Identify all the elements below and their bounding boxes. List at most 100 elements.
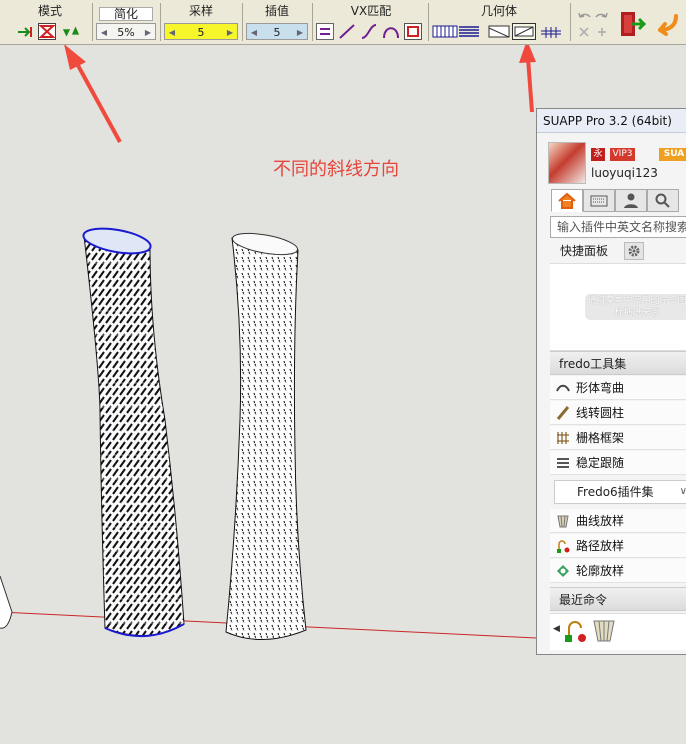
increment-icon[interactable]: ▶: [142, 24, 154, 41]
home-icon: [558, 192, 576, 209]
suapp-panel: SUAPP Pro 3.2 (64bit) 永 VIP3 SUA luoyuqi…: [536, 108, 686, 655]
separator: [92, 3, 93, 41]
shape-bend-icon: [556, 384, 570, 392]
align-arrow-icon[interactable]: [16, 23, 34, 40]
line-to-cylinder-icon: [556, 406, 570, 420]
interp-spinner[interactable]: ◀ 5 ▶: [246, 23, 308, 40]
panel-title: SUAPP Pro 3.2 (64bit): [537, 109, 686, 133]
mode-triangles-icon[interactable]: [62, 23, 80, 40]
vx-group: VX匹配: [316, 0, 426, 44]
sample-group: 采样 ◀ 5 ▶: [164, 0, 238, 44]
tab-keyboard[interactable]: [583, 189, 615, 212]
path-loft-recent-icon[interactable]: [564, 619, 588, 643]
decrement-icon[interactable]: ◀: [166, 24, 178, 41]
profile-loft-icon: [557, 565, 569, 577]
simplify-group-title: 简化: [99, 7, 153, 21]
equal-icon[interactable]: [316, 23, 334, 40]
recent-commands-header[interactable]: 最近命令: [550, 587, 686, 611]
tool-item-label: 稳定跟随: [576, 456, 625, 470]
tool-item-label: 曲线放样: [576, 514, 625, 528]
tab-home[interactable]: [551, 189, 583, 212]
grid-lines-icon[interactable]: [540, 23, 562, 40]
geometry-group-title: 几何体: [480, 4, 517, 18]
interp-group-title: 插值: [264, 4, 289, 18]
separator: [570, 3, 571, 41]
tool-item-label: 路径放样: [576, 539, 625, 553]
exit-door-icon[interactable]: [618, 10, 646, 38]
path-loft-icon: [557, 540, 570, 553]
simplify-value: 5%: [117, 26, 135, 39]
quick-panel-header: 快捷面板: [550, 240, 686, 262]
decrement-icon[interactable]: ◀: [98, 24, 110, 41]
tab-search[interactable]: [647, 189, 679, 212]
dropdown-label: Fredo6插件集: [577, 485, 654, 499]
tool-item-label: 栅格框架: [576, 431, 625, 445]
recent-commands-list: ◀: [550, 613, 686, 650]
keyboard-icon: [590, 195, 608, 207]
back-arrow-icon[interactable]: [652, 12, 678, 36]
tool-item-shape-bend[interactable]: 形体弯曲: [550, 376, 686, 400]
search-icon: [655, 193, 670, 208]
separator: [242, 3, 243, 41]
arc-icon[interactable]: [382, 23, 400, 40]
tool-item-path-loft[interactable]: 路径放样: [550, 534, 686, 558]
gear-icon[interactable]: [624, 242, 644, 260]
geometry-group: 几何体: [432, 0, 566, 44]
separator: [428, 3, 429, 41]
vertical-stripes-icon[interactable]: [432, 23, 458, 40]
tool-item-line-to-cylinder[interactable]: 线转圆柱: [550, 401, 686, 425]
chevron-down-icon: ∨: [680, 481, 686, 503]
tool-item-stable-follow[interactable]: 稳定跟随: [550, 451, 686, 475]
stable-follow-icon: [557, 458, 569, 468]
mode-hourglass-icon[interactable]: [38, 23, 56, 40]
frame-icon[interactable]: [404, 23, 422, 40]
brand-badge: SUA: [659, 148, 686, 161]
arrow-head-right: [519, 45, 536, 63]
increment-icon[interactable]: ▶: [224, 24, 236, 41]
avatar[interactable]: [548, 142, 586, 184]
scroll-left-icon[interactable]: ◀: [553, 624, 560, 634]
curve-loft-recent-icon[interactable]: [592, 618, 616, 644]
diagonal-b-icon[interactable]: [512, 23, 536, 40]
tool-item-curve-loft[interactable]: 曲线放样: [550, 509, 686, 533]
separator: [312, 3, 313, 41]
fredo6-plugin-dropdown[interactable]: Fredo6插件集 ∨: [554, 480, 686, 504]
interp-group: 插值 ◀ 5 ▶: [246, 0, 308, 44]
top-toolbar: 模式 简化 ◀ 5% ▶ 采样 ◀ 5 ▶ 插值 ◀ 5 ▶ VX匹配 几何体: [0, 0, 686, 45]
undo-redo-icon[interactable]: [576, 8, 610, 40]
simplify-group: 简化 ◀ 5% ▶: [96, 0, 156, 44]
vip-badge: VIP3: [610, 148, 635, 161]
mode-group: 模式: [16, 0, 84, 44]
sample-value: 5: [197, 26, 205, 39]
tool-item-label: 轮廓放样: [576, 564, 625, 578]
separator: [160, 3, 161, 41]
diagonal-a-icon[interactable]: [488, 23, 510, 40]
sample-group-title: 采样: [188, 4, 213, 18]
grid-frame-icon: [557, 432, 569, 444]
user-icon: [624, 193, 638, 208]
arrow-head-left: [64, 45, 86, 70]
increment-icon[interactable]: ▶: [294, 24, 306, 41]
tool-item-label: 线转圆柱: [576, 406, 625, 420]
curve-loft-icon: [557, 515, 569, 528]
panel-tabs: [547, 189, 686, 213]
tool-item-profile-loft[interactable]: 轮廓放样: [550, 559, 686, 583]
interp-value: 5: [273, 26, 281, 39]
fredo-section-header[interactable]: fredo工具集: [550, 351, 686, 375]
tool-item-label: 形体弯曲: [576, 381, 625, 395]
simplify-spinner[interactable]: ◀ 5% ▶: [96, 23, 156, 40]
decrement-icon[interactable]: ◀: [248, 24, 260, 41]
sample-spinner[interactable]: ◀ 5 ▶: [164, 23, 238, 40]
s-curve-icon[interactable]: [360, 23, 378, 40]
quick-panel-area[interactable]: 请将菜单中常用的命令图标拖进来哦: [550, 263, 686, 351]
plugin-search-input[interactable]: 输入插件中英文名称搜索: [550, 216, 686, 238]
vx-group-title: VX匹配: [350, 4, 392, 18]
annotation-text: 不同的斜线方向: [273, 159, 399, 180]
rank-badge-icon: 永: [591, 148, 605, 161]
tab-user[interactable]: [615, 189, 647, 212]
tool-item-grid-frame[interactable]: 栅格框架: [550, 426, 686, 450]
horizontal-stripes-icon[interactable]: [458, 23, 480, 40]
line-icon[interactable]: [338, 23, 356, 40]
quick-panel-hint: 请将菜单中常用的命令图标拖进来哦: [585, 294, 686, 320]
mode-group-title: 模式: [37, 4, 62, 18]
